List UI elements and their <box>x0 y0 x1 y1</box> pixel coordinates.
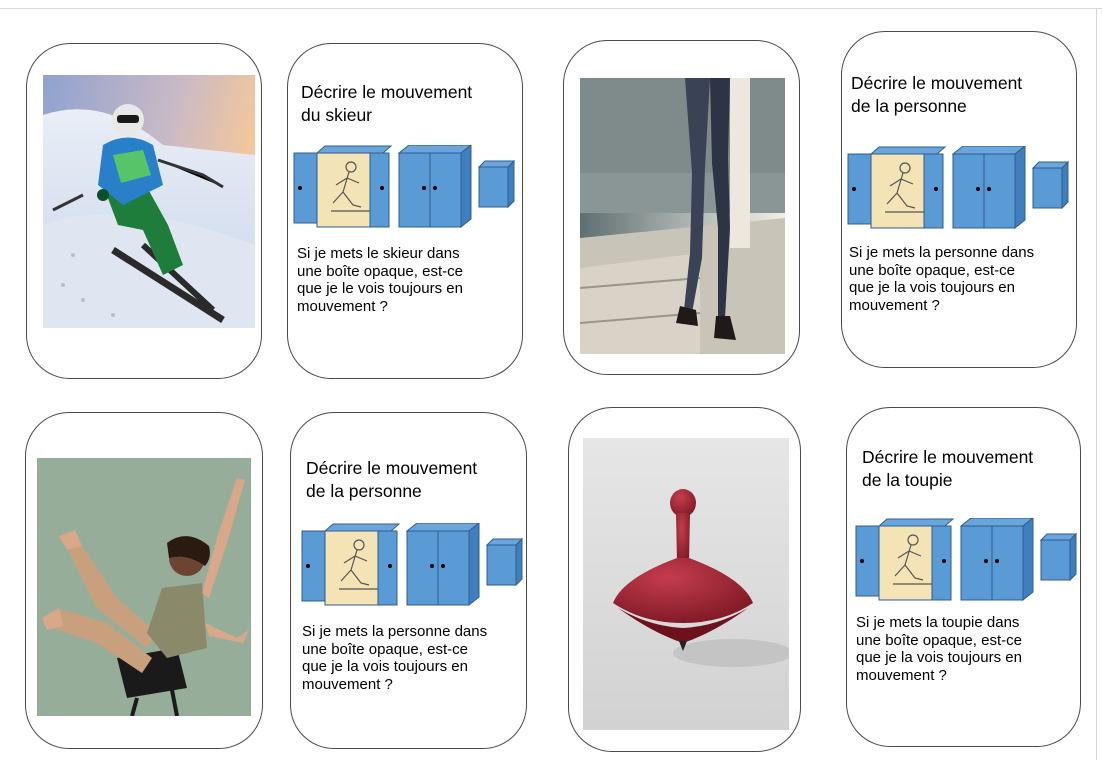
question-card-falling-person: Décrire le mouvement de la personne Si j… <box>290 412 527 749</box>
question-text: Si je mets le skieur dans une boîte opaq… <box>297 245 463 315</box>
box-sequence-graphic <box>301 523 524 607</box>
question-card-spinning-top: Décrire le mouvement de la toupie Si je … <box>846 407 1081 747</box>
question-text: Si je mets la personne dans une boîte op… <box>302 623 488 693</box>
walking-person-photo <box>580 78 785 354</box>
question-text: Si je mets la personne dans une boîte op… <box>849 244 1035 314</box>
question-title: Décrire le mouvement du skieur <box>301 82 473 125</box>
falling-chair-person-photo <box>37 458 251 716</box>
box-illustration <box>845 146 1076 230</box>
photo-card-walking-person <box>563 40 800 375</box>
spinning-top-photo <box>583 438 789 730</box>
question-title: Décrire le mouvement de la toupie <box>862 447 1034 490</box>
question-card-skier: Décrire le mouvement du skieur Si je met… <box>287 43 523 379</box>
page-frame-right <box>1096 8 1097 760</box>
question-title: Décrire le mouvement de la personne <box>306 458 478 501</box>
page-frame-top <box>0 8 1102 9</box>
box-sequence-graphic <box>847 146 1070 230</box>
skier-photo <box>43 75 255 328</box>
question-card-walking-person: Décrire le mouvement de la personne Si j… <box>841 31 1077 368</box>
photo-card-spinning-top <box>568 407 801 752</box>
box-illustration <box>291 145 522 229</box>
box-illustration <box>853 518 1080 602</box>
question-text: Si je mets la toupie dans une boîte opaq… <box>856 614 1022 684</box>
box-sequence-graphic <box>855 518 1078 602</box>
photo-card-skier <box>26 43 262 379</box>
box-sequence-graphic <box>293 145 516 229</box>
question-title: Décrire le mouvement de la personne <box>851 73 1023 116</box>
photo-card-falling-person <box>25 412 263 749</box>
box-illustration <box>299 523 526 607</box>
